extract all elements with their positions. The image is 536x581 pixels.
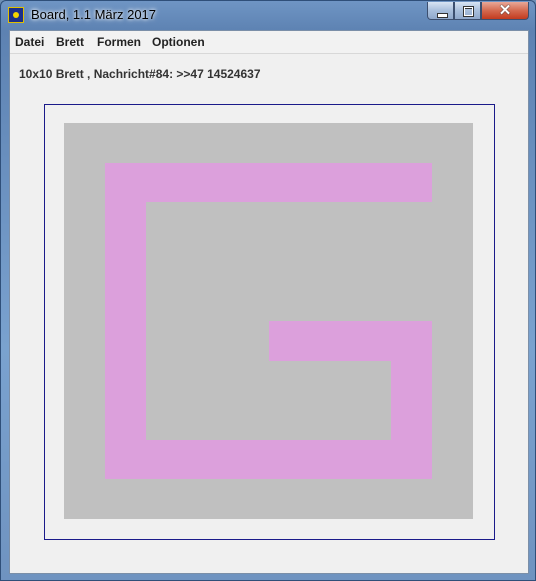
board-cell-filled[interactable] [391, 321, 432, 361]
board-cell-filled[interactable] [391, 163, 432, 202]
board-cell-filled[interactable] [269, 163, 309, 202]
board-cell-filled[interactable] [187, 440, 228, 479]
close-button[interactable]: ✕ [481, 2, 529, 20]
board-cell-filled[interactable] [105, 321, 146, 361]
board-cell-filled[interactable] [105, 202, 146, 242]
board-frame [44, 104, 495, 540]
game-board[interactable] [64, 123, 473, 519]
board-cell-filled[interactable] [350, 163, 391, 202]
board-cell-filled[interactable] [269, 440, 309, 479]
board-cell-filled[interactable] [105, 361, 146, 400]
app-icon[interactable] [8, 7, 24, 23]
board-cell-filled[interactable] [350, 440, 391, 479]
board-cell-filled[interactable] [350, 321, 391, 361]
maximize-button[interactable] [454, 2, 481, 20]
menu-bar: Datei Brett Formen Optionen [10, 31, 528, 54]
board-cell-filled[interactable] [269, 321, 309, 361]
board-cell-filled[interactable] [391, 361, 432, 400]
board-cell-filled[interactable] [309, 440, 350, 479]
status-message: 10x10 Brett , Nachricht#84: >>47 1452463… [19, 67, 261, 81]
menu-optionen[interactable]: Optionen [152, 35, 205, 49]
board-cell-filled[interactable] [146, 163, 187, 202]
menu-formen[interactable]: Formen [97, 35, 141, 49]
minimize-button[interactable] [427, 2, 454, 20]
menu-datei[interactable]: Datei [15, 35, 44, 49]
menu-brett[interactable]: Brett [56, 35, 84, 49]
board-cell-filled[interactable] [105, 281, 146, 321]
minimize-icon [437, 13, 448, 18]
client-area: Datei Brett Formen Optionen 10x10 Brett … [9, 30, 529, 574]
board-cell-filled[interactable] [391, 440, 432, 479]
maximize-icon [463, 6, 474, 17]
window-title: Board, 1.1 März 2017 [31, 7, 157, 22]
board-cell-filled[interactable] [309, 163, 350, 202]
board-cell-filled[interactable] [309, 321, 350, 361]
close-icon: ✕ [498, 2, 512, 19]
board-cell-filled[interactable] [146, 440, 187, 479]
board-cell-filled[interactable] [228, 163, 269, 202]
board-cell-filled[interactable] [228, 440, 269, 479]
board-cell-filled[interactable] [105, 242, 146, 281]
app-window: Board, 1.1 März 2017 ✕ Datei Brett Forme… [0, 0, 536, 581]
board-cell-filled[interactable] [187, 163, 228, 202]
board-cell-filled[interactable] [105, 163, 146, 202]
board-cell-filled[interactable] [391, 400, 432, 440]
title-bar[interactable]: Board, 1.1 März 2017 ✕ [1, 1, 535, 29]
board-cell-filled[interactable] [105, 440, 146, 479]
board-cell-filled[interactable] [105, 400, 146, 440]
